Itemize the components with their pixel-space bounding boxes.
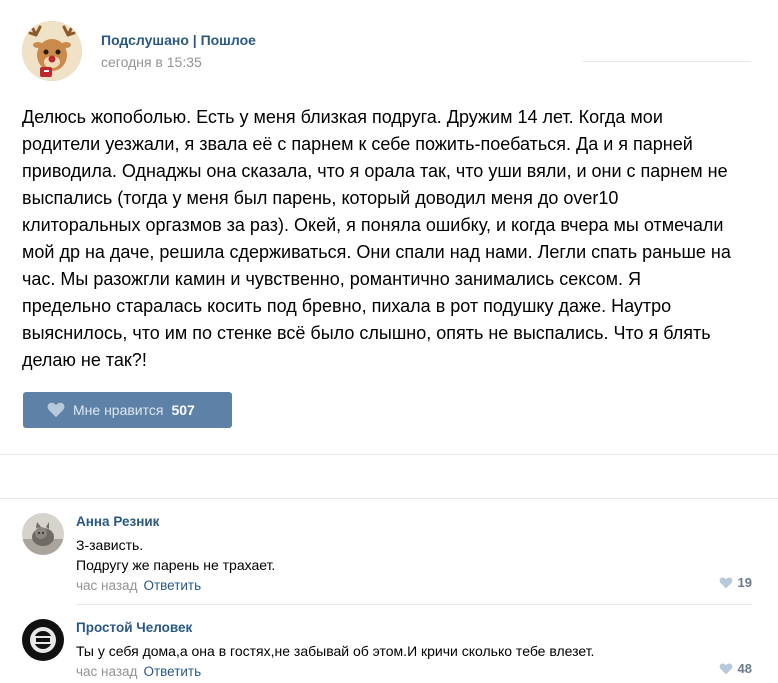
comment-avatar[interactable]	[22, 513, 64, 555]
comment-time[interactable]: час назад	[76, 664, 137, 679]
comment-like-count: 19	[737, 575, 752, 590]
comment-divider	[76, 604, 752, 605]
comment-like-count: 48	[737, 661, 752, 676]
like-button[interactable]: Мне нравится 507	[23, 392, 232, 428]
comment-time[interactable]: час назад	[76, 578, 137, 593]
comment-like-button[interactable]: 48	[719, 661, 752, 676]
comment-like-button[interactable]: 19	[719, 575, 752, 590]
post-text-line: выспались (тогда у меня был парень, кото…	[22, 188, 619, 208]
post-text: Делюсь жопоболью. Есть у меня близкая по…	[22, 104, 742, 374]
heart-icon	[719, 576, 732, 588]
comment-text-line: Ты у себя дома,а она в гостях,не забывай…	[76, 643, 595, 659]
group-avatar[interactable]	[22, 21, 82, 81]
post-time[interactable]: сегодня в 15:35	[101, 53, 256, 71]
post-text-line: Делюсь жопоболью. Есть у меня близкая по…	[22, 107, 663, 127]
comment-author-link[interactable]: Анна Резник	[76, 513, 756, 531]
post-text-line: выяснилось, что им по стенке всё было сл…	[22, 323, 711, 343]
reply-link[interactable]: Ответить	[143, 578, 201, 593]
divider	[0, 454, 778, 455]
post-page: Подслушано | Пошлое сегодня в 15:35 Делю…	[0, 0, 778, 683]
post-text-line: мой др на даче, решила сдерживаться. Они…	[22, 242, 731, 262]
comment-text-line: Подругу же парень не трахает.	[76, 557, 276, 573]
kitten-photo-icon	[22, 513, 64, 555]
post-header: Подслушано | Пошлое сегодня в 15:35	[22, 20, 256, 82]
reply-link[interactable]: Ответить	[143, 664, 201, 679]
post-header-text: Подслушано | Пошлое сегодня в 15:35	[101, 31, 256, 71]
comment-meta: час назад Ответить	[76, 663, 756, 681]
dark-graphic-avatar-icon	[22, 619, 64, 661]
comment-avatar[interactable]	[22, 619, 64, 661]
comment-author-link[interactable]: Простой Человек	[76, 619, 756, 637]
divider	[0, 498, 778, 499]
header-divider	[583, 61, 751, 62]
post-text-line: час. Мы разожгли камин и чувственно, ром…	[22, 269, 641, 289]
comment-body: Простой Человек Ты у себя дома,а она в г…	[76, 619, 756, 681]
post-text-line: делаю не так?!	[22, 350, 147, 370]
comment-text: Ты у себя дома,а она в гостях,не забывай…	[76, 641, 756, 661]
comment-text: З-зависть. Подругу же парень не трахает.	[76, 535, 756, 575]
heart-icon	[47, 402, 65, 418]
post-text-line: клиторальных оргазмов за раз). Окей, я п…	[22, 215, 724, 235]
like-count: 507	[171, 402, 195, 418]
post-text-line: родители уезжали, я звала её с парнем к …	[22, 134, 693, 154]
deer-mascot-icon	[22, 21, 82, 81]
comment-body: Анна Резник З-зависть. Подругу же парень…	[76, 513, 756, 595]
comment-text-line: З-зависть.	[76, 537, 144, 553]
post-text-line: предельно старалась косить под бревно, п…	[22, 296, 672, 316]
like-label: Мне нравится	[73, 402, 164, 418]
post-text-line: приводила. Однаджы она сказала, что я ор…	[22, 161, 728, 181]
comment-meta: час назад Ответить	[76, 577, 756, 595]
group-name-link[interactable]: Подслушано | Пошлое	[101, 31, 256, 49]
heart-icon	[719, 662, 732, 674]
